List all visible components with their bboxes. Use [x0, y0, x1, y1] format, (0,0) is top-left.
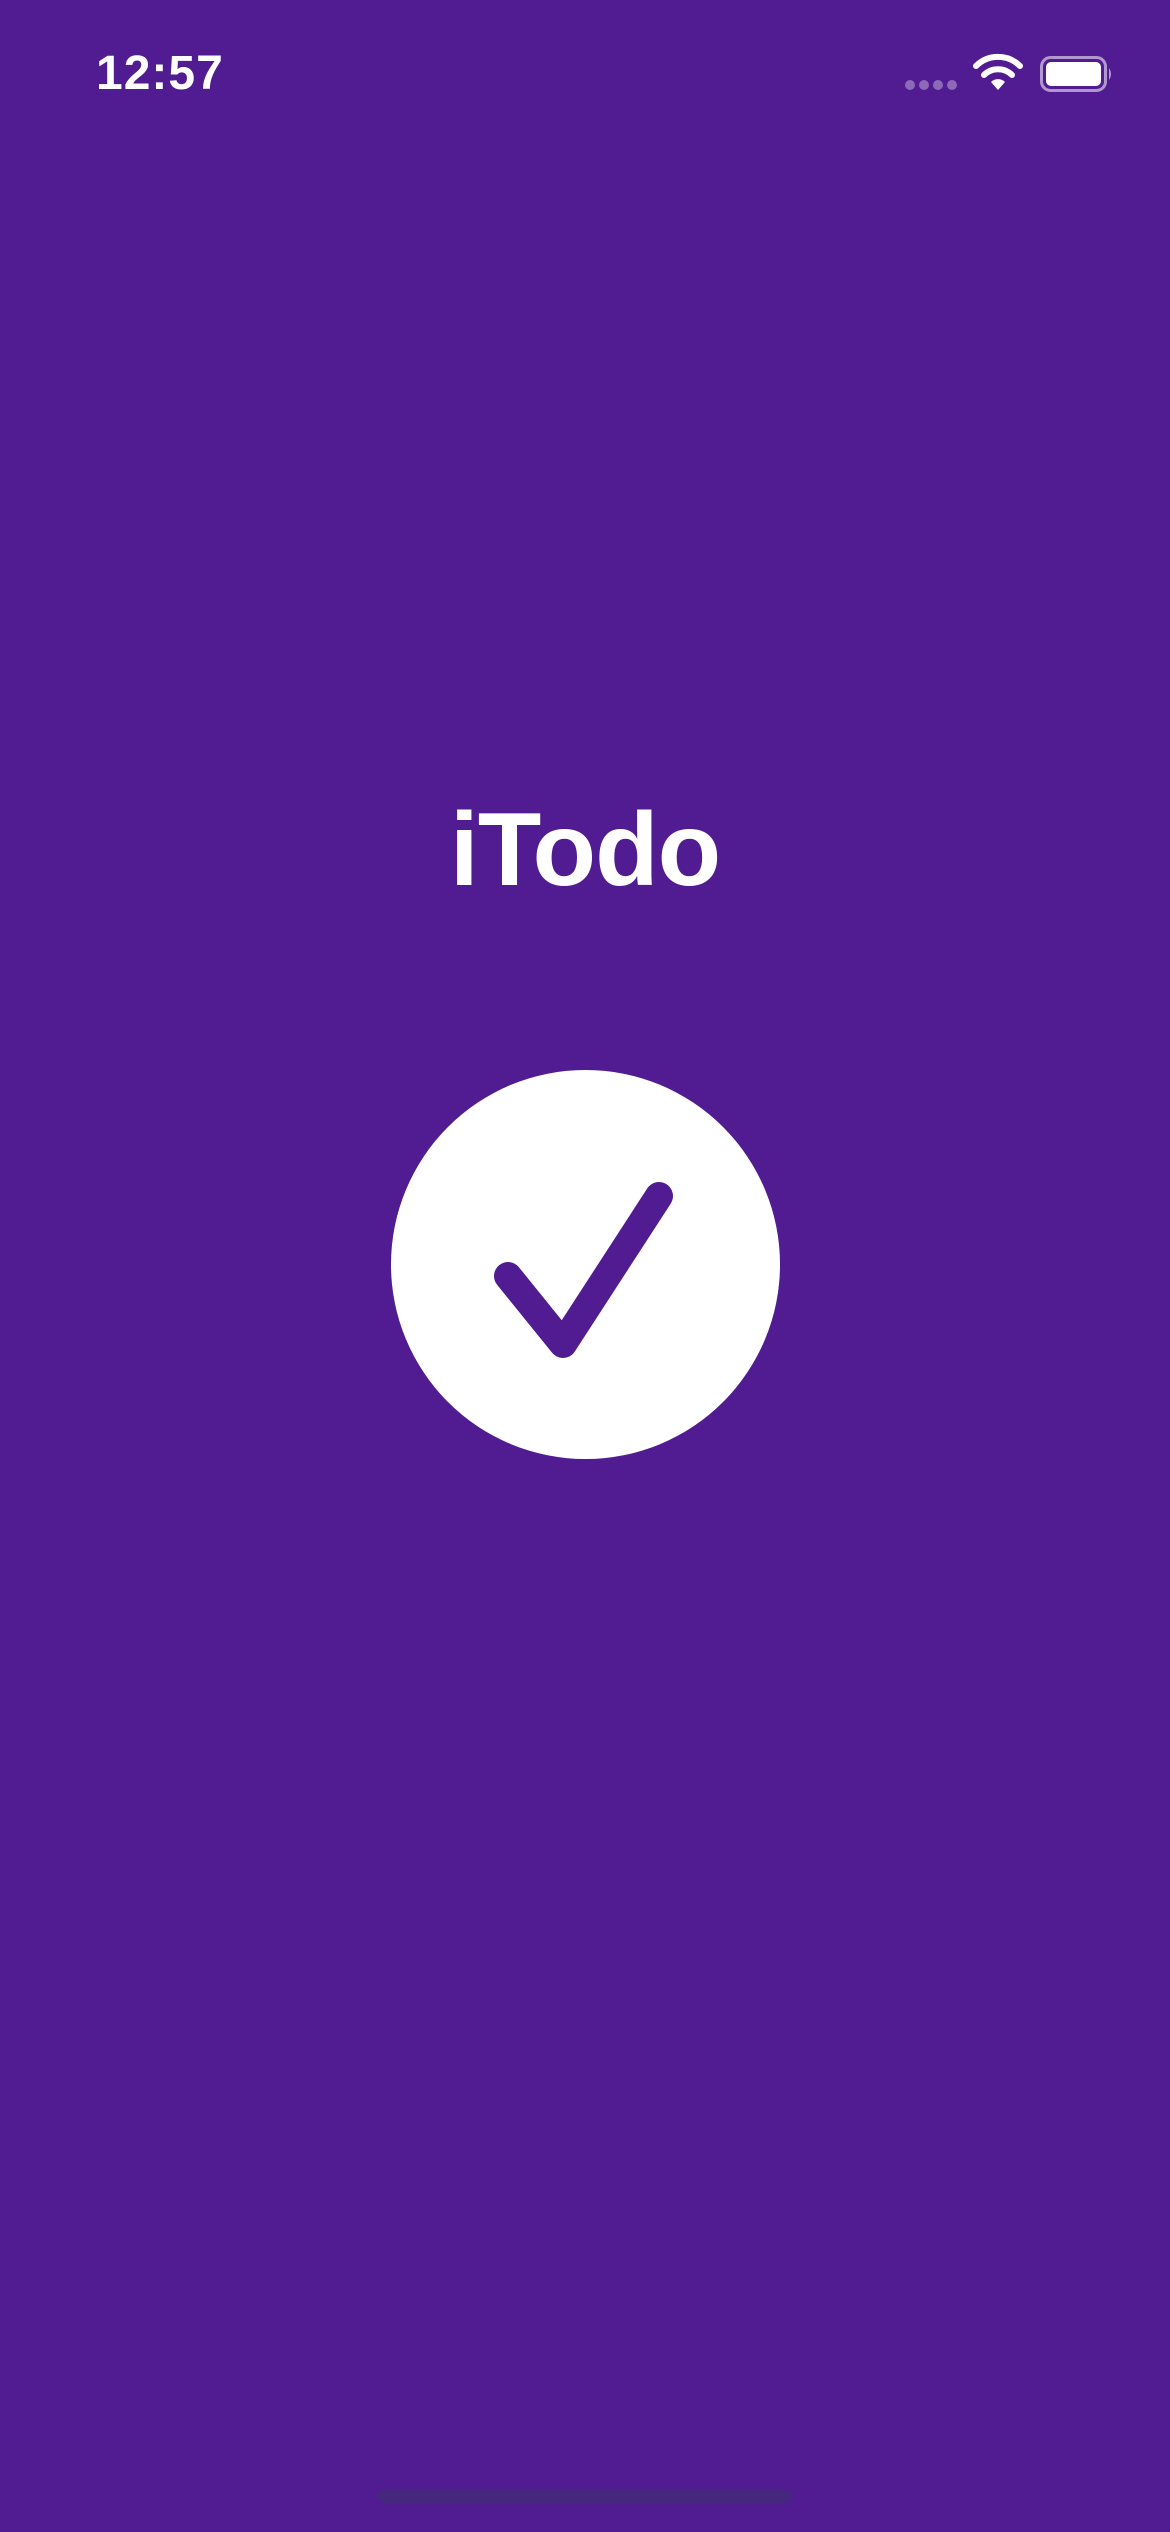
status-bar: 12:57 [0, 0, 1170, 150]
wifi-icon [973, 53, 1023, 90]
app-logo [391, 1070, 780, 1459]
checkmark-icon [494, 1182, 673, 1358]
status-time: 12:57 [96, 47, 224, 100]
battery-icon [1040, 56, 1111, 92]
app-title: iTodo [449, 792, 721, 908]
cellular-signal-icon [905, 80, 959, 92]
home-indicator[interactable] [378, 2490, 792, 2503]
